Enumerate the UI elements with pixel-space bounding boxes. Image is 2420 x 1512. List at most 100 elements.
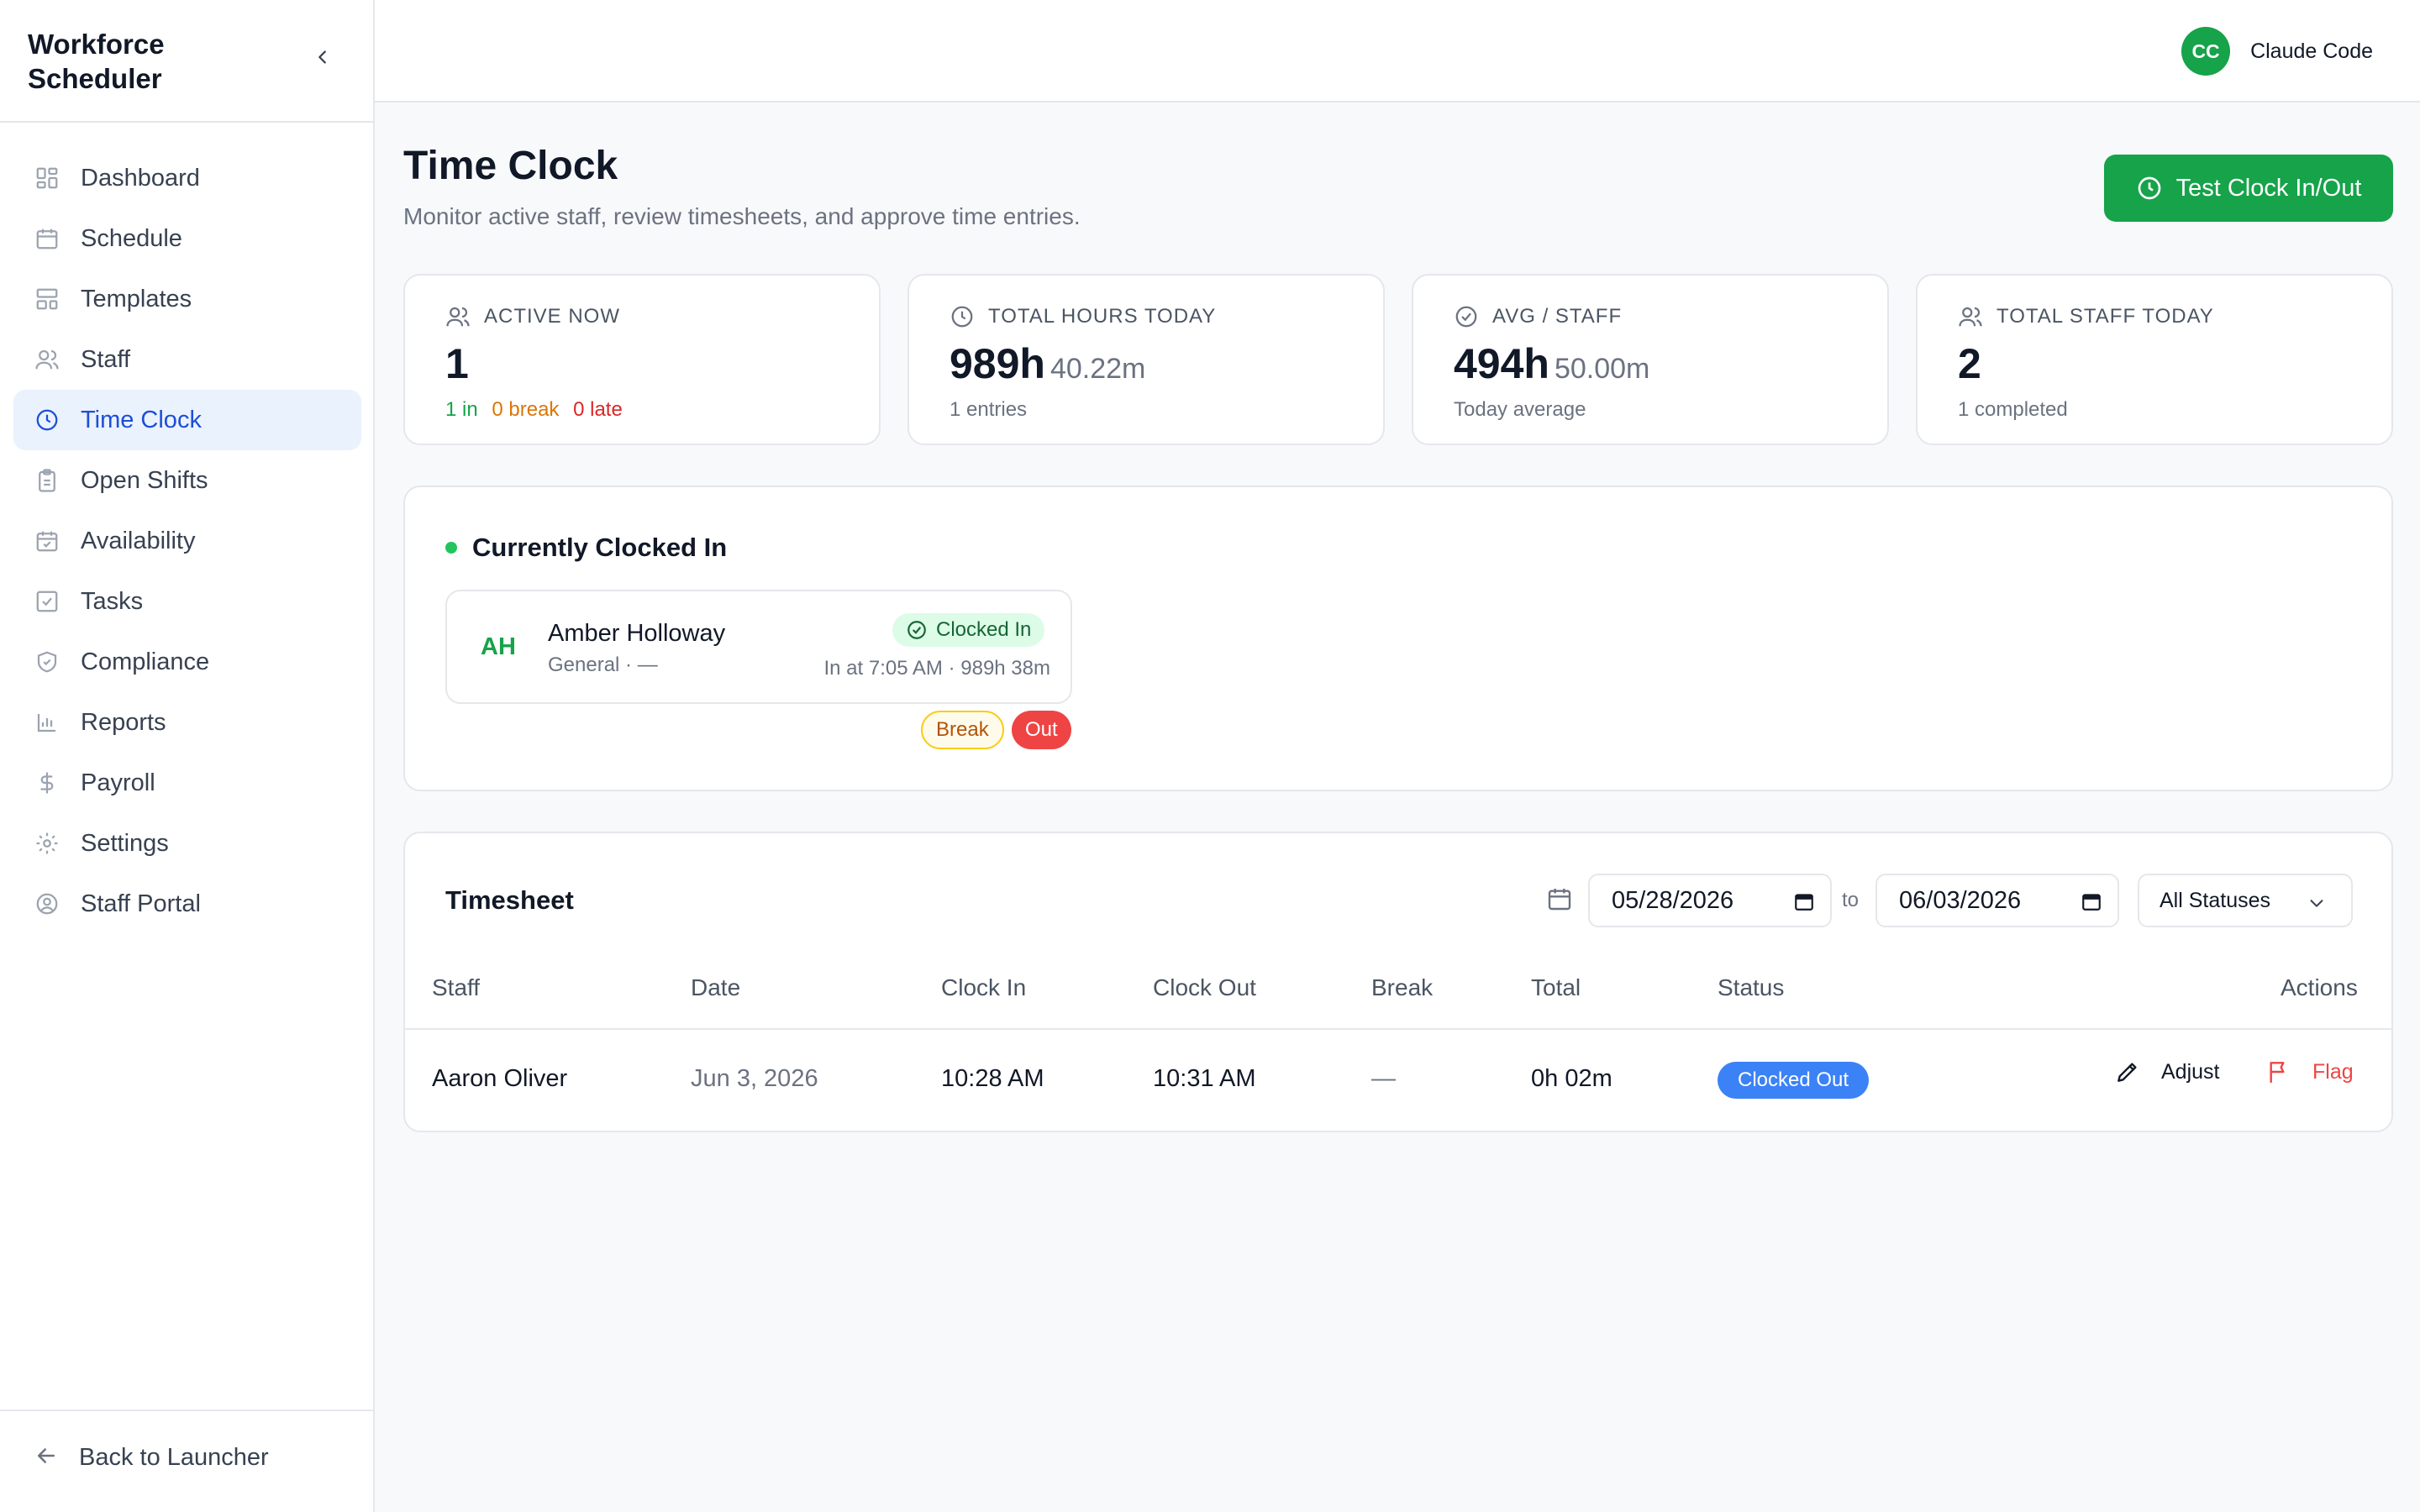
topbar: CC Claude Code (375, 0, 2420, 102)
check-circle-icon (906, 619, 928, 641)
sidebar-item-staff-portal[interactable]: Staff Portal (13, 874, 361, 934)
stat-header: ACTIVE NOW (445, 304, 620, 329)
timesheet-title: Timesheet (445, 885, 574, 915)
adjust-label: Adjust (2161, 1059, 2220, 1084)
sidebar-item-staff[interactable]: Staff (13, 329, 361, 390)
collapse-sidebar-button[interactable] (308, 44, 338, 74)
calendar-icon[interactable] (2081, 890, 2102, 912)
clocked-in-employee-card[interactable]: AH Amber Holloway General · — Clocked In… (445, 590, 1072, 704)
sidebar-item-tasks[interactable]: Tasks (13, 571, 361, 632)
cell-clock-out: 10:31 AM (1153, 1065, 1256, 1092)
stat-label: ACTIVE NOW (484, 305, 621, 328)
live-indicator (445, 542, 457, 554)
clock-icon (2136, 175, 2163, 202)
stat-card-total-staff: TOTAL STAFF TODAY 2 1 completed (1916, 274, 2393, 445)
avatar: CC (2181, 27, 2231, 76)
employee-name: Amber Holloway (548, 620, 726, 647)
status-filter-value: All Statuses (2160, 888, 2271, 912)
sidebar-item-compliance[interactable]: Compliance (13, 632, 361, 692)
date-from-input[interactable]: 05/28/2026 (1588, 874, 1832, 927)
sidebar-item-label: Staff Portal (81, 890, 201, 917)
calendar-check-icon (34, 528, 60, 554)
stat-value-number: 2 (1958, 340, 1981, 387)
checkbox-icon (34, 588, 60, 615)
sidebar-item-label: Open Shifts (81, 466, 208, 494)
timesheet-panel: Timesheet 05/28/2026 to 06/03/2026 All S… (403, 832, 2393, 1132)
employee-clock-time: In at 7:05 AM · 989h 38m (823, 657, 1051, 680)
sidebar-item-time-clock[interactable]: Time Clock (13, 390, 361, 450)
column-header-break: Break (1371, 974, 1434, 1000)
clock-icon (34, 407, 60, 433)
chevron-left-icon (313, 48, 332, 71)
user-name: Claude Code (2250, 39, 2373, 63)
status-filter-select[interactable]: All Statuses (2138, 874, 2353, 927)
stat-card-active-now: ACTIVE NOW 1 1 in 0 break 0 late (403, 274, 881, 445)
sidebar-item-label: Payroll (81, 769, 155, 796)
date-from-value: 05/28/2026 (1612, 886, 1734, 914)
app-root: Workforce Scheduler Dashboard Schedule T… (0, 0, 2420, 1512)
currently-clocked-in-panel: Currently Clocked In AH Amber Holloway G… (403, 486, 2393, 791)
sidebar-item-label: Availability (81, 527, 196, 554)
adjust-button[interactable]: Adjust (2114, 1058, 2219, 1085)
stat-card-total-hours: TOTAL HOURS TODAY 989h 40.22m 1 entries (908, 274, 1385, 445)
stat-value-number: 494h (1454, 340, 1549, 387)
stat-value-sub: 40.22m (1050, 353, 1146, 385)
sidebar-item-label: Compliance (81, 648, 210, 675)
column-header-clock-out: Clock Out (1153, 974, 1256, 1000)
sidebar-brand: Workforce Scheduler (0, 0, 373, 123)
calendar-icon (1546, 885, 1573, 912)
stat-header: TOTAL HOURS TODAY (950, 304, 1216, 329)
sidebar: Workforce Scheduler Dashboard Schedule T… (0, 0, 375, 1512)
stat-footnote: Today average (1454, 398, 1586, 421)
dollar-icon (34, 769, 60, 796)
bar-chart-icon (34, 709, 60, 736)
sidebar-item-label: Time Clock (81, 406, 202, 433)
break-button[interactable]: Break (921, 711, 1004, 749)
sidebar-item-reports[interactable]: Reports (13, 692, 361, 753)
date-to-value: 06/03/2026 (1899, 886, 2022, 914)
cell-break: — (1371, 1065, 1396, 1092)
stat-label: TOTAL STAFF TODAY (1996, 305, 2214, 328)
sidebar-item-availability[interactable]: Availability (13, 511, 361, 571)
sidebar-item-schedule[interactable]: Schedule (13, 208, 361, 269)
user-menu[interactable]: CC Claude Code (2181, 27, 2373, 76)
back-to-launcher-link[interactable]: Back to Launcher (34, 1443, 269, 1473)
clock-out-button[interactable]: Out (1012, 711, 1071, 749)
stat-card-avg-staff: AVG / STAFF 494h 50.00m Today average (1412, 274, 1889, 445)
column-header-actions: Actions (2281, 974, 2358, 1000)
stat-value-number: 989h (950, 340, 1045, 387)
sidebar-item-templates[interactable]: Templates (13, 269, 361, 329)
status-badge: Clocked Out (1718, 1062, 1870, 1099)
date-to-input[interactable]: 06/03/2026 (1876, 874, 2119, 927)
panel-header: Currently Clocked In (445, 533, 727, 563)
test-clock-in-out-button[interactable]: Test Clock In/Out (2104, 155, 2393, 222)
cell-staff: Aaron Oliver (432, 1065, 568, 1092)
calendar-icon (34, 225, 60, 252)
page-title: Time Clock (403, 144, 618, 188)
panel-title: Currently Clocked In (472, 533, 728, 562)
user-circle-icon (34, 890, 60, 917)
sidebar-item-settings[interactable]: Settings (13, 813, 361, 874)
users-icon (1958, 304, 1983, 329)
employee-initials: AH (481, 633, 516, 660)
dashboard-icon (34, 165, 60, 192)
calendar-icon[interactable] (1793, 890, 1815, 912)
flag-button[interactable]: Flag (2265, 1058, 2354, 1085)
stat-footnote: 1 entries (950, 398, 1028, 421)
sidebar-item-dashboard[interactable]: Dashboard (13, 148, 361, 208)
users-icon (34, 346, 60, 373)
cell-total: 0h 02m (1531, 1065, 1612, 1092)
column-header-status: Status (1718, 974, 1785, 1000)
stat-value-sub: 50.00m (1554, 353, 1650, 385)
sidebar-item-payroll[interactable]: Payroll (13, 753, 361, 813)
arrow-left-icon (34, 1443, 59, 1473)
sidebar-item-open-shifts[interactable]: Open Shifts (13, 450, 361, 511)
column-header-total: Total (1531, 974, 1581, 1000)
column-header-staff: Staff (432, 974, 481, 1000)
stat-break-count: 0 break (492, 398, 560, 421)
stat-label: AVG / STAFF (1492, 305, 1623, 328)
stat-footnote: 1 completed (1958, 398, 2068, 421)
column-header-date: Date (691, 974, 741, 1000)
sidebar-item-label: Reports (81, 708, 166, 736)
stat-late-count: 0 late (573, 398, 623, 421)
